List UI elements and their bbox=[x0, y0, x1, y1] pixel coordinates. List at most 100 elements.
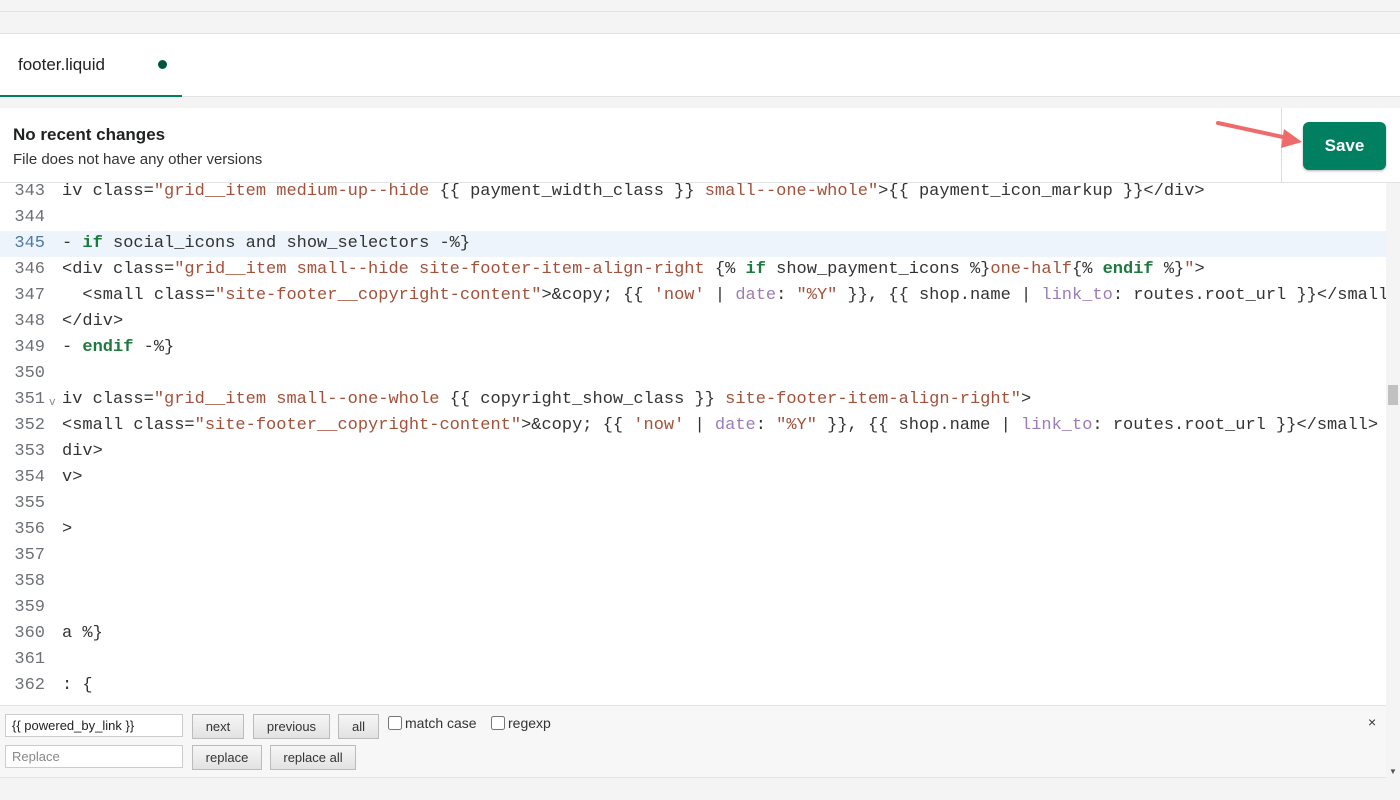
code-token: date bbox=[735, 286, 777, 305]
match-case-check[interactable] bbox=[388, 716, 402, 730]
code-token: a %} bbox=[62, 624, 103, 643]
code-line[interactable]: 345 - if social_icons and show_selectors … bbox=[0, 231, 1386, 257]
vertical-scrollbar[interactable]: ▼ bbox=[1386, 183, 1400, 778]
code-token: iv class= bbox=[62, 183, 154, 201]
code-text: div> bbox=[62, 439, 103, 465]
scroll-down-icon[interactable]: ▼ bbox=[1389, 767, 1397, 776]
code-text: <small class="site-footer__copyright-con… bbox=[62, 413, 1378, 439]
next-button[interactable]: next bbox=[192, 714, 244, 739]
code-token: endif bbox=[1102, 260, 1154, 279]
code-token: "grid__item small--hide site-footer-item… bbox=[174, 260, 715, 279]
code-token: 'now' bbox=[653, 286, 705, 305]
regexp-checkbox[interactable]: regexp bbox=[491, 715, 551, 731]
code-token: - bbox=[62, 234, 83, 253]
code-line[interactable]: 361 bbox=[0, 647, 1386, 673]
match-case-label: match case bbox=[405, 715, 477, 731]
scrollbar-thumb[interactable] bbox=[1388, 385, 1398, 405]
code-line[interactable]: 350 bbox=[0, 361, 1386, 387]
code-token: link_to bbox=[1041, 286, 1113, 305]
line-number: 359 bbox=[14, 598, 45, 617]
line-number: 360 bbox=[14, 624, 45, 643]
line-number: 348 bbox=[14, 312, 45, 331]
replace-all-button[interactable]: replace all bbox=[270, 745, 356, 770]
code-token: <small class= bbox=[62, 416, 195, 435]
code-token: "site-footer__copyright-content" bbox=[194, 416, 522, 435]
code-token: : bbox=[755, 416, 777, 435]
code-line[interactable]: 356 > bbox=[0, 517, 1386, 543]
previous-button[interactable]: previous bbox=[253, 714, 330, 739]
regexp-check[interactable] bbox=[491, 716, 505, 730]
version-subtitle: File does not have any other versions bbox=[13, 151, 263, 168]
code-line[interactable]: 354 v> bbox=[0, 465, 1386, 491]
code-token: "grid__item small--one-whole bbox=[153, 390, 450, 409]
code-token: date bbox=[714, 416, 756, 435]
code-line[interactable]: 355 bbox=[0, 491, 1386, 517]
code-token: {{ payment_width_class }} bbox=[439, 183, 695, 201]
code-token: <div class= bbox=[62, 260, 175, 279]
arrow-annotation-icon bbox=[1216, 121, 1302, 148]
code-token: : routes.root_url }}</small> bbox=[1092, 416, 1379, 435]
version-title: No recent changes bbox=[13, 125, 166, 144]
code-token: > bbox=[62, 520, 73, 539]
bottom-bar bbox=[0, 779, 1400, 800]
code-text: : { bbox=[62, 673, 93, 699]
code-token: iv class= bbox=[62, 390, 154, 409]
line-number: 354 bbox=[14, 468, 45, 487]
code-token: "%Y" bbox=[796, 286, 838, 305]
line-number: 352 bbox=[14, 416, 45, 435]
code-line[interactable]: 343 iv class="grid__item medium-up--hide … bbox=[0, 183, 1386, 205]
code-token: "%Y" bbox=[776, 416, 817, 435]
code-token: : { bbox=[62, 676, 93, 695]
code-line[interactable]: 351 v iv class="grid__item small--one-whol… bbox=[0, 387, 1386, 413]
code-token: v> bbox=[62, 468, 83, 487]
code-line[interactable]: 353 div> bbox=[0, 439, 1386, 465]
code-editor[interactable]: 343 iv class="grid__item medium-up--hide … bbox=[0, 183, 1400, 705]
code-text: <small class="site-footer__copyright-con… bbox=[62, 283, 1388, 309]
code-token: | bbox=[704, 286, 736, 305]
all-button[interactable]: all bbox=[338, 714, 379, 739]
code-token: > bbox=[1021, 390, 1032, 409]
code-token: > bbox=[1194, 260, 1205, 279]
match-case-checkbox[interactable]: match case bbox=[388, 715, 477, 731]
code-line[interactable]: 352 <small class="site-footer__copyright-… bbox=[0, 413, 1386, 439]
code-token: <small class= bbox=[62, 286, 216, 305]
code-token: {{ copyright_show_class }} bbox=[449, 390, 715, 409]
code-line[interactable]: 349- endif -%} bbox=[0, 335, 1386, 361]
code-text: - if social_icons and show_selectors -%} bbox=[62, 231, 470, 257]
unsaved-dot-icon bbox=[158, 60, 167, 69]
line-number: 346 bbox=[14, 260, 45, 279]
code-token: | bbox=[684, 416, 715, 435]
code-token: if bbox=[745, 260, 766, 279]
code-line[interactable]: 346 <div class="grid__item small--hide si… bbox=[0, 257, 1386, 283]
code-token: {% bbox=[1072, 260, 1103, 279]
code-token: small--one-whole" bbox=[694, 183, 879, 201]
code-line[interactable]: 358 bbox=[0, 569, 1386, 595]
replace-button[interactable]: replace bbox=[192, 745, 262, 770]
code-line[interactable]: 362: { bbox=[0, 673, 1386, 699]
code-line[interactable]: 357 bbox=[0, 543, 1386, 569]
code-token: div> bbox=[62, 442, 103, 461]
code-line[interactable]: 347 <small class="site-footer__copyright… bbox=[0, 283, 1388, 309]
save-button[interactable]: Save bbox=[1303, 122, 1386, 170]
code-line[interactable]: 359 bbox=[0, 595, 1386, 621]
code-token: " bbox=[1184, 260, 1195, 279]
code-token: >{{ payment_icon_markup }}</div> bbox=[878, 183, 1205, 201]
code-text: </div> bbox=[62, 309, 123, 335]
code-token: show_payment_icons %} bbox=[765, 260, 991, 279]
code-line[interactable]: 348 </div> bbox=[0, 309, 1386, 335]
code-token: : bbox=[776, 286, 797, 305]
code-text: - endif -%} bbox=[62, 335, 174, 361]
code-token: </div> bbox=[62, 312, 124, 331]
code-token: -%} bbox=[133, 338, 175, 357]
code-text: iv class="grid__item small--one-whole {{… bbox=[62, 387, 1031, 413]
code-text: iv class="grid__item medium-up--hide {{ … bbox=[62, 183, 1205, 205]
code-line[interactable]: 344 bbox=[0, 205, 1386, 231]
tab-footer-liquid[interactable]: footer.liquid bbox=[0, 34, 182, 97]
line-number: 345 bbox=[14, 234, 45, 253]
close-icon[interactable]: × bbox=[1368, 714, 1376, 730]
code-line[interactable]: 360 a %} bbox=[0, 621, 1386, 647]
find-input[interactable] bbox=[5, 714, 183, 737]
replace-input[interactable] bbox=[5, 745, 183, 768]
line-number: 357 bbox=[14, 546, 45, 565]
code-text: <div class="grid__item small--hide site-… bbox=[62, 257, 1205, 283]
